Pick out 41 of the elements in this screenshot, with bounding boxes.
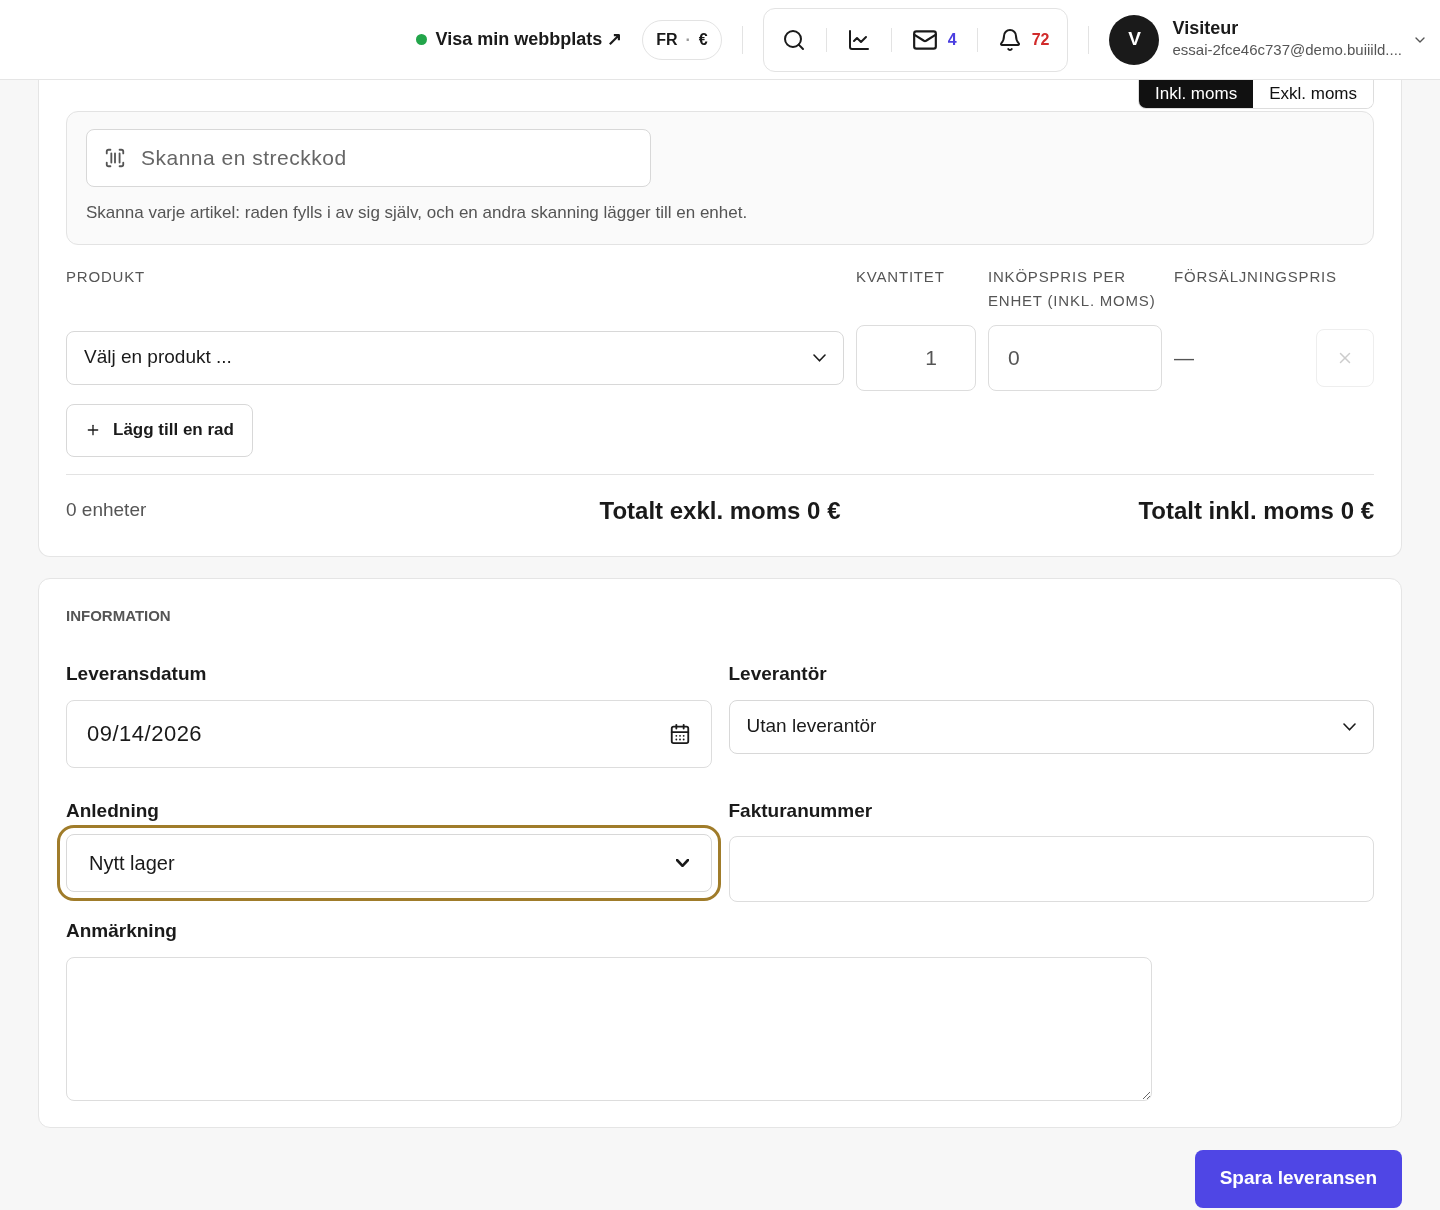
date-field[interactable]: 09/14/2026 <box>66 699 712 768</box>
chevron-icon <box>675 859 689 867</box>
barcode-icon <box>104 147 126 169</box>
note-field[interactable] <box>66 956 1152 1101</box>
section-title: INFORMATION <box>66 605 172 626</box>
total-incl-vat: Totalt inkl. moms 0 € <box>1137 495 1374 526</box>
user-name: Visiteur <box>1172 17 1240 40</box>
column-header: PRODUKT <box>66 266 146 287</box>
field-label: Fakturanummer <box>728 798 874 823</box>
save-button[interactable]: Spara leveransen <box>1194 1149 1402 1208</box>
chevron-icon <box>1343 722 1356 731</box>
field-label: Anmärkning <box>66 919 178 943</box>
scan-hint: Skanna varje artikel: raden fylls i av sig själv, och en andra skanning lägger till en enhet. <box>86 202 749 224</box>
field-label: Leverantör <box>728 662 828 686</box>
column-header: INKÖPSPRIS PER ENHET (INKL. MOMS) <box>988 266 1157 311</box>
calendar-icon[interactable] <box>668 722 691 745</box>
total-excl-vat: Totalt exkl. moms 0 € <box>598 495 842 526</box>
column-header: FÖRSÄLJNINGSPRIS <box>1174 266 1337 287</box>
supplier-select[interactable]: Utan leverantör <box>728 699 1374 754</box>
plus-icon <box>85 422 101 438</box>
invoice-field[interactable] <box>728 836 1374 902</box>
search-icon[interactable] <box>781 27 806 52</box>
chart-icon[interactable] <box>846 27 871 52</box>
chevron-icon <box>813 353 826 362</box>
column-header: KVANTITET <box>856 266 946 287</box>
user-email: essai-2fce46c737@demo.buiiild.... <box>1172 40 1402 61</box>
product-select[interactable]: Välj en produkt ... <box>66 330 844 385</box>
barcode-field[interactable]: Skanna en streckkod <box>86 129 651 187</box>
mail-count: 4 <box>947 29 957 50</box>
avatar[interactable]: V <box>1109 14 1160 65</box>
field-label: Anledning <box>66 798 160 823</box>
field-label: Leveransdatum <box>66 662 208 686</box>
quantity-field[interactable]: 1 <box>856 324 976 391</box>
notification-count: 72 <box>1031 29 1050 50</box>
add-row-button[interactable]: Lägg till en rad <box>66 403 253 457</box>
vat-tab[interactable]: Inkl. moms <box>1138 80 1254 108</box>
unit-count: 0 enheter <box>66 498 148 523</box>
visit-site-link[interactable]: Visa min webbplats ↗ <box>416 26 623 53</box>
price-field[interactable]: 0 <box>988 324 1162 391</box>
sale-price: — <box>1174 345 1194 371</box>
bell-icon[interactable] <box>997 27 1022 52</box>
